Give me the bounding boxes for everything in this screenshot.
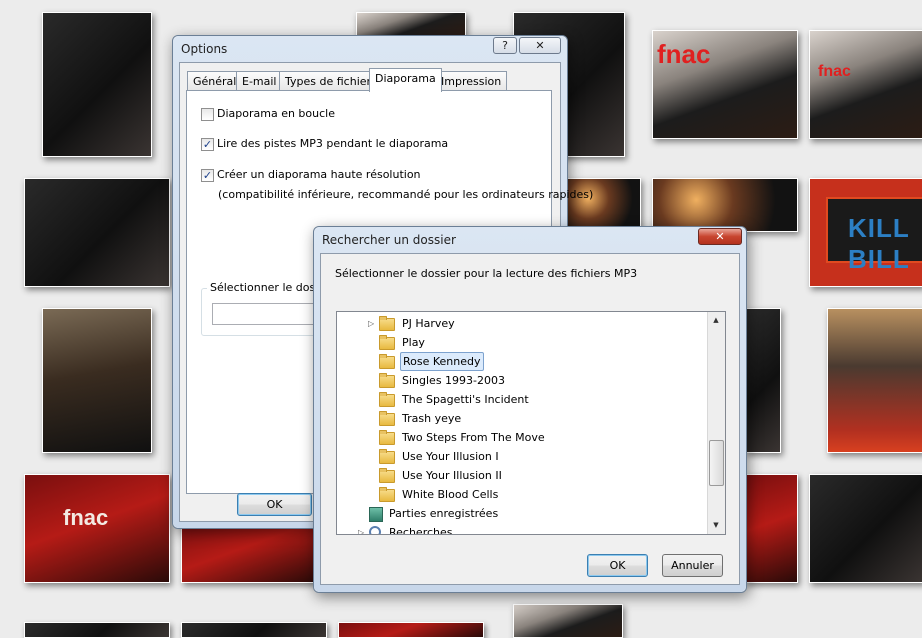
browse-close-button[interactable]: ✕ — [698, 228, 742, 245]
photo-thumbnail[interactable]: KILL BILL — [809, 178, 922, 287]
folder-label: The Spagetti's Incident — [402, 393, 529, 406]
fnac-logo: fnac — [657, 39, 711, 69]
searches-label: Recherches — [389, 526, 453, 535]
folder-icon — [379, 335, 395, 350]
tab-print[interactable]: Impression — [435, 71, 508, 91]
poster-text: KILL BILL — [848, 213, 910, 274]
folder-icon — [379, 316, 395, 331]
options-close-button[interactable]: ✕ — [519, 37, 561, 54]
folder-label: Two Steps From The Move — [402, 431, 545, 444]
fnac-logo: fnac — [63, 505, 109, 530]
folder-icon — [379, 468, 395, 483]
photo-thumbnail[interactable] — [24, 178, 170, 287]
folder-icon — [379, 354, 395, 369]
scroll-up-arrow-icon[interactable]: ▲ — [708, 312, 724, 328]
photo-thumbnail[interactable] — [42, 12, 152, 157]
folder-path-field[interactable] — [212, 303, 320, 325]
fnac-logo: fnac — [818, 63, 851, 80]
photo-thumbnail[interactable] — [827, 308, 922, 453]
options-ok-button[interactable]: OK — [237, 493, 312, 516]
folder-icon — [379, 373, 395, 388]
scroll-down-arrow-icon[interactable]: ▼ — [708, 517, 724, 533]
browse-ok-button[interactable]: OK — [587, 554, 648, 577]
tab-file-types[interactable]: Types de fichiers — [279, 71, 383, 91]
play-mp3-checkbox[interactable]: ✓ — [201, 138, 214, 151]
folder-label: Trash yeye — [402, 412, 462, 425]
browse-folder-dialog: Rechercher un dossier ✕ Sélectionner le … — [313, 226, 747, 593]
photo-thumbnail[interactable] — [513, 604, 623, 638]
options-dialog-title: Options — [181, 42, 228, 56]
play-mp3-label: Lire des pistes MP3 pendant le diaporama — [217, 137, 449, 150]
photo-thumbnail[interactable]: fnac — [809, 30, 922, 139]
folder-label: Use Your Illusion I — [402, 450, 499, 463]
tree-scrollbar[interactable]: ▲ ▼ — [707, 312, 725, 534]
tab-slideshow[interactable]: Diaporama — [369, 68, 442, 92]
saved-games-icon — [369, 507, 383, 522]
folder-icon — [379, 487, 395, 502]
photo-thumbnail[interactable] — [652, 178, 798, 232]
kill-bill-poster: KILL BILL — [826, 197, 922, 274]
help-button[interactable]: ? — [493, 37, 517, 54]
expand-arrow-icon[interactable]: ▷ — [358, 523, 364, 534]
folder-icon — [379, 449, 395, 464]
folder-label: Rose Kennedy — [400, 352, 484, 371]
scroll-thumb[interactable] — [709, 440, 724, 486]
hires-slideshow-checkbox[interactable]: ✓ — [201, 169, 214, 182]
folder-label: Singles 1993-2003 — [402, 374, 506, 387]
folder-icon — [379, 392, 395, 407]
browse-cancel-button[interactable]: Annuler — [662, 554, 723, 577]
folder-label: PJ Harvey — [402, 317, 455, 330]
saved-games-label: Parties enregistrées — [389, 507, 499, 520]
photo-thumbnail[interactable] — [565, 178, 641, 228]
photo-thumbnail[interactable] — [181, 520, 317, 583]
folder-tree[interactable]: ▷ PJ Harvey Play Rose Kennedy Singles 19… — [336, 311, 726, 535]
photo-thumbnail[interactable] — [42, 308, 152, 453]
loop-slideshow-label: Diaporama en boucle — [217, 107, 335, 120]
folder-icon — [379, 411, 395, 426]
hires-slideshow-label: Créer un diaporama haute résolution — [217, 168, 421, 181]
folder-label: White Blood Cells — [402, 488, 499, 501]
photo-thumbnail[interactable] — [745, 474, 798, 583]
expand-arrow-icon[interactable]: ▷ — [368, 314, 374, 333]
browse-dialog-title: Rechercher un dossier — [322, 233, 456, 247]
photo-thumbnail[interactable]: fnac — [24, 474, 170, 583]
photo-thumbnail[interactable] — [356, 12, 466, 36]
photo-thumbnail[interactable] — [745, 308, 781, 453]
searches-icon — [369, 526, 381, 534]
photo-thumbnail[interactable] — [809, 474, 922, 583]
photo-thumbnail[interactable]: fnac — [652, 30, 798, 139]
tab-email[interactable]: E-mail — [236, 71, 283, 91]
folder-label: Use Your Illusion II — [402, 469, 502, 482]
tab-general[interactable]: Général — [187, 71, 243, 91]
folder-icon — [379, 430, 395, 445]
hires-note: (compatibilité inférieure, recommandé po… — [218, 188, 594, 201]
folder-label: Play — [402, 336, 425, 349]
loop-slideshow-checkbox[interactable] — [201, 108, 214, 121]
browse-prompt: Sélectionner le dossier pour la lecture … — [335, 267, 638, 280]
